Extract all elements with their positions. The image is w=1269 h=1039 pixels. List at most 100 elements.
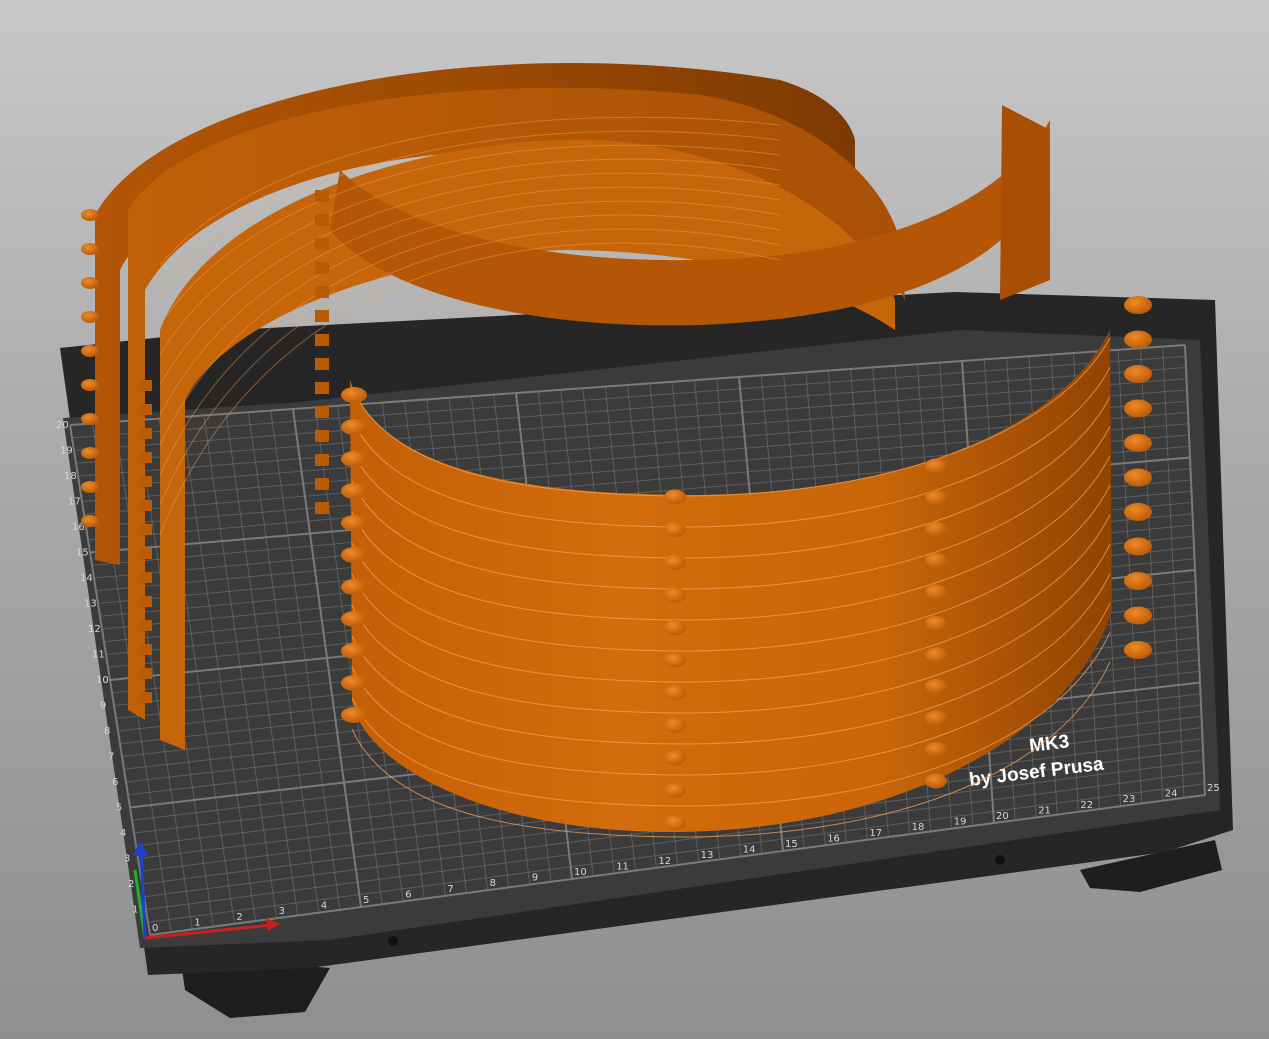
visor-right-tab[interactable] [1000, 105, 1050, 300]
clip [315, 358, 329, 370]
x-tick-label: 15 [785, 839, 798, 850]
peg [81, 481, 99, 493]
x-tick-label: 19 [954, 817, 967, 828]
y-tick-label: 3 [124, 854, 130, 865]
x-tick-label: 18 [912, 822, 925, 833]
bump [664, 587, 686, 603]
peg [1124, 537, 1152, 556]
peg [1124, 503, 1152, 521]
y-tick-label: 14 [80, 573, 93, 584]
clip [315, 310, 329, 322]
clip [315, 454, 329, 466]
clip [315, 502, 329, 514]
y-tick-label: 2 [128, 879, 134, 890]
clip [315, 262, 329, 274]
bump [925, 679, 947, 694]
x-tick-label: 22 [1080, 800, 1093, 811]
peg [1124, 296, 1152, 314]
peg [1124, 606, 1152, 625]
clip [315, 406, 329, 418]
y-tick-label: 7 [108, 752, 114, 763]
bump [664, 717, 686, 733]
bump [664, 554, 686, 570]
peg [341, 707, 367, 723]
clip [140, 380, 152, 391]
clip [315, 334, 329, 346]
y-tick-label: 9 [100, 701, 106, 712]
y-tick-label: 13 [84, 599, 97, 610]
y-tick-label: 15 [76, 548, 89, 559]
y-tick-label: 19 [60, 446, 73, 457]
bump [925, 742, 947, 757]
peg [81, 345, 99, 357]
peg [341, 611, 367, 627]
peg [1124, 434, 1152, 452]
x-tick-label: 20 [996, 811, 1009, 822]
clip [140, 476, 152, 487]
peg [1124, 365, 1152, 383]
x-tick-label: 25 [1207, 783, 1220, 794]
peg [341, 547, 367, 563]
clip [315, 382, 329, 394]
bump [925, 521, 947, 537]
bump [925, 773, 947, 789]
bed-screw [995, 855, 1005, 865]
bump [664, 782, 686, 798]
x-tick-label: 10 [574, 867, 587, 878]
clip [315, 286, 329, 298]
x-tick-label: 3 [279, 906, 285, 917]
bump [925, 458, 947, 474]
peg [1124, 641, 1152, 659]
peg [81, 379, 99, 391]
x-tick-label: 7 [447, 884, 453, 895]
y-tick-label: 4 [120, 828, 126, 839]
clip [140, 452, 152, 463]
3d-viewport[interactable]: 0 1 2 3 4 5 6 7 8 9 10 11 12 13 14 15 16 17 18 19 20 21 22 23 24… [0, 0, 1269, 1039]
x-tick-label: 8 [490, 878, 496, 889]
peg [81, 447, 99, 459]
clip [315, 190, 329, 202]
x-tick-label: 21 [1038, 805, 1051, 816]
x-tick-label: 13 [701, 850, 714, 861]
y-tick-label: 11 [92, 650, 105, 661]
peg [341, 419, 367, 435]
bump [925, 616, 947, 631]
bump [664, 489, 686, 505]
x-tick-label: 0 [152, 923, 158, 934]
y-tick-label: 12 [88, 624, 101, 635]
clip [140, 644, 152, 655]
peg [81, 515, 99, 527]
peg [81, 243, 99, 255]
x-tick-label: 17 [869, 828, 882, 839]
y-tick-label: 1 [132, 905, 138, 916]
clip [140, 668, 152, 679]
bump [664, 619, 686, 635]
bump [925, 710, 947, 726]
x-tick-label: 1 [194, 917, 200, 928]
x-tick-label: 11 [616, 861, 629, 872]
clip [140, 620, 152, 631]
peg [341, 515, 367, 531]
bump [664, 522, 686, 538]
peg [341, 643, 367, 659]
clip [140, 500, 152, 511]
peg [1124, 399, 1152, 418]
y-tick-label: 20 [56, 420, 69, 431]
peg [81, 209, 99, 221]
bump [925, 647, 947, 663]
bump [925, 490, 947, 505]
clip [140, 404, 152, 415]
x-tick-label: 14 [743, 845, 756, 856]
y-tick-label: 17 [68, 497, 81, 508]
clip [315, 238, 329, 250]
y-tick-label: 6 [112, 777, 118, 788]
x-tick-label: 6 [405, 889, 411, 900]
clip [140, 524, 152, 535]
scene-canvas[interactable]: 0123456789101112131415161718192021222324… [0, 0, 1269, 1039]
peg [1124, 468, 1152, 487]
y-tick-label: 10 [96, 675, 109, 686]
y-tick-label: 5 [116, 803, 122, 814]
bump [664, 815, 686, 831]
peg [341, 483, 367, 499]
clip [315, 214, 329, 226]
